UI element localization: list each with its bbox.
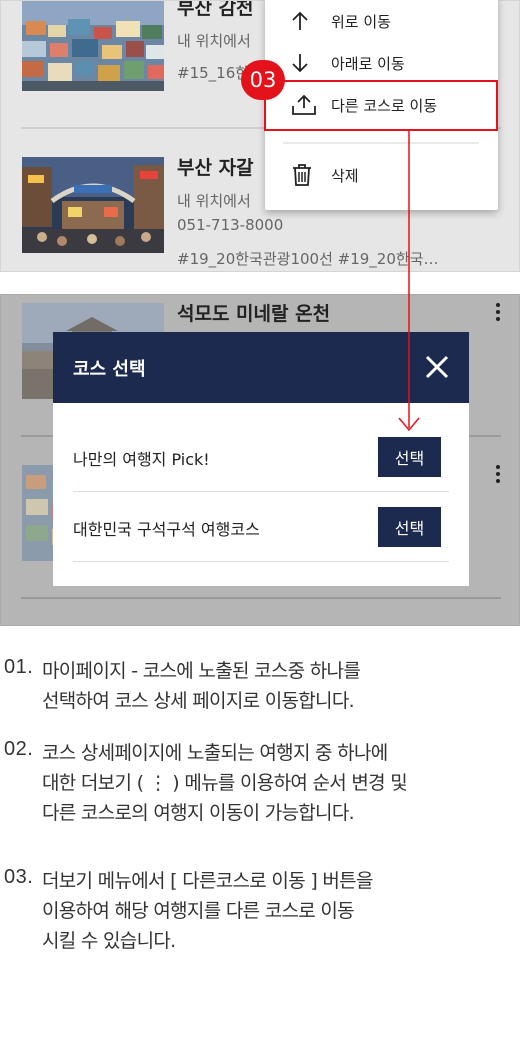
- place-title[interactable]: 석모도 미네랄 온천: [177, 299, 330, 326]
- course-name: 나만의 여행지 Pick!: [73, 450, 210, 469]
- instruction-number: 01.: [4, 656, 34, 678]
- instruction-line: 다른 코스로의 여행지 이동이 가능합니다.: [42, 802, 355, 824]
- instruction-text: 마이페이지 - 코스에 노출된 코스중 하나를 선택하여 코스 상세 페이지로 …: [42, 656, 512, 716]
- instruction-text: 더보기 메뉴에서 [ 다른코스로 이동 ] 버튼을 이용하여 해당 여행지를 다…: [42, 866, 512, 956]
- menu-item-move-up[interactable]: 위로 이동: [265, 0, 498, 42]
- place-thumbnail-gamcheon[interactable]: [22, 1, 164, 91]
- instruction-line: 더보기 메뉴에서 [ 다른코스로 이동 ] 버튼을: [42, 870, 373, 892]
- instruction-line: 이용하여 해당 여행지를 다른 코스로 이동: [42, 900, 355, 922]
- course-name: 대한민국 구석구석 여행코스: [73, 520, 260, 539]
- list-divider: [21, 597, 501, 599]
- instruction-line: 시킬 수 있습니다.: [42, 930, 176, 952]
- arrow-up-icon: [291, 11, 331, 31]
- course-row: 나만의 여행지 Pick! 선택: [73, 422, 449, 492]
- place-distance: 내 위치에서: [177, 32, 251, 50]
- instruction-line: 마이페이지 - 코스에 노출된 코스중 하나를: [42, 660, 361, 682]
- more-options-icon[interactable]: [494, 465, 502, 483]
- place-title[interactable]: 부산 감천: [177, 1, 254, 20]
- close-icon[interactable]: [425, 355, 449, 379]
- instruction-line: 대한 더보기 ( ⋮ ) 메뉴를 이용하여 순서 변경 및: [42, 772, 408, 794]
- place-title[interactable]: 부산 자갈: [177, 153, 254, 180]
- instruction-line: 코스 상세페이지에 노출되는 여행지 중 하나에: [42, 742, 388, 764]
- menu-label: 삭제: [331, 166, 359, 185]
- menu-item-move-down[interactable]: 아래로 이동: [265, 42, 498, 84]
- menu-item-delete[interactable]: 삭제: [265, 154, 498, 196]
- highlight-box: [264, 80, 498, 131]
- arrow-down-icon: [291, 53, 331, 73]
- select-course-button[interactable]: 선택: [378, 437, 441, 477]
- modal-title: 코스 선택: [73, 359, 146, 380]
- connector-arrow: [398, 130, 420, 432]
- place-distance: 내 위치에서: [177, 192, 251, 210]
- place-phone: 051-713-8000: [177, 216, 284, 234]
- place-tags: #15_16한: [177, 64, 250, 82]
- instruction-line: 선택하여 코스 상세 페이지로 이동합니다.: [42, 690, 355, 712]
- menu-label: 아래로 이동: [331, 54, 405, 73]
- menu-divider: [283, 142, 479, 144]
- more-options-icon[interactable]: [494, 303, 502, 321]
- trash-icon: [291, 163, 331, 187]
- course-detail-list-bottom: 석모도 미네랄 온천 코스 선택 나만의 여행지 Pick! 선택 대한민국 구…: [0, 294, 520, 626]
- step-badge: 03: [241, 60, 285, 100]
- select-course-button[interactable]: 선택: [378, 507, 441, 547]
- menu-label: 위로 이동: [331, 12, 391, 31]
- instruction-number: 02.: [4, 738, 34, 760]
- place-thumbnail-jagalchi[interactable]: [22, 157, 164, 253]
- course-row: 대한민국 구석구석 여행코스 선택: [73, 492, 449, 562]
- instruction-text: 코스 상세페이지에 노출되는 여행지 중 하나에 대한 더보기 ( ⋮ ) 메뉴…: [42, 738, 512, 828]
- instruction-number: 03.: [4, 866, 34, 888]
